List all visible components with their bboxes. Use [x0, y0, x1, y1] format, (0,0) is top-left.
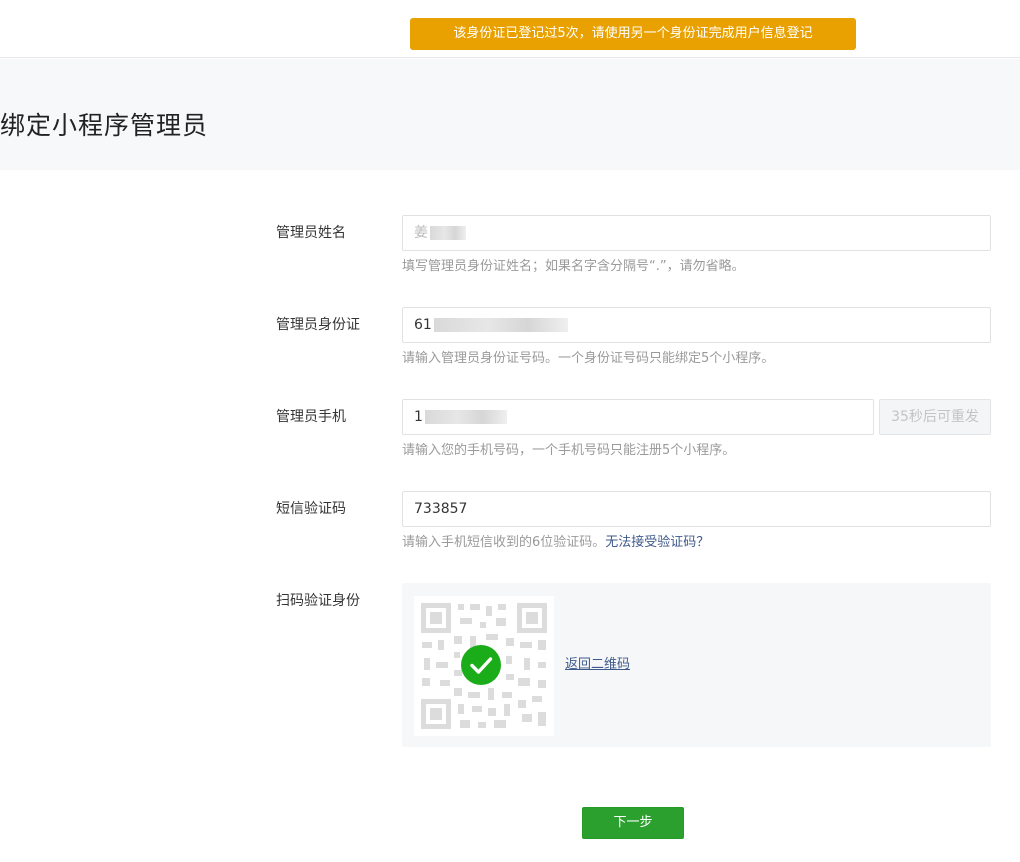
redacted-blur: [430, 226, 466, 240]
sms-code-value: 733857: [414, 501, 468, 517]
sms-code-input[interactable]: 733857: [402, 491, 991, 527]
id-card-tip: 请输入管理员身份证号码。一个身份证号码只能绑定5个小程序。: [402, 351, 775, 366]
page-title: 绑定小程序管理员: [0, 111, 209, 140]
name-tip: 填写管理员身份证姓名；如果名字含分隔号“.”，请勿省略。: [402, 259, 745, 274]
scan-label: 扫码验证身份: [276, 593, 360, 609]
back-to-qr-link[interactable]: 返回二维码: [565, 656, 630, 674]
phone-label: 管理员手机: [276, 409, 346, 425]
warning-toast: 该身份证已登记过5次，请使用另一个身份证完成用户信息登记: [410, 18, 856, 50]
redacted-blur: [433, 318, 568, 332]
id-card-value: 61: [414, 317, 432, 333]
name-value: 姜: [414, 225, 428, 241]
resend-button[interactable]: 35秒后可重发: [879, 399, 991, 435]
sms-code-label: 短信验证码: [276, 501, 346, 517]
name-label: 管理员姓名: [276, 225, 346, 241]
sms-code-tip: 请输入手机短信收到的6位验证码。无法接受验证码？: [402, 534, 709, 552]
sms-help-link[interactable]: 无法接受验证码？: [605, 535, 709, 550]
check-icon: [461, 645, 501, 685]
next-step-button[interactable]: 下一步: [582, 807, 684, 839]
id-card-input[interactable]: 61: [402, 307, 991, 343]
phone-input[interactable]: 1: [402, 399, 874, 435]
id-card-label: 管理员身份证: [276, 317, 360, 333]
phone-tip: 请输入您的手机号码，一个手机号码只能注册5个小程序。: [402, 443, 736, 458]
name-input[interactable]: 姜: [402, 215, 991, 251]
phone-value: 1: [414, 409, 423, 425]
sms-code-tip-text: 请输入手机短信收到的6位验证码。: [402, 535, 606, 550]
redacted-blur: [424, 410, 507, 424]
